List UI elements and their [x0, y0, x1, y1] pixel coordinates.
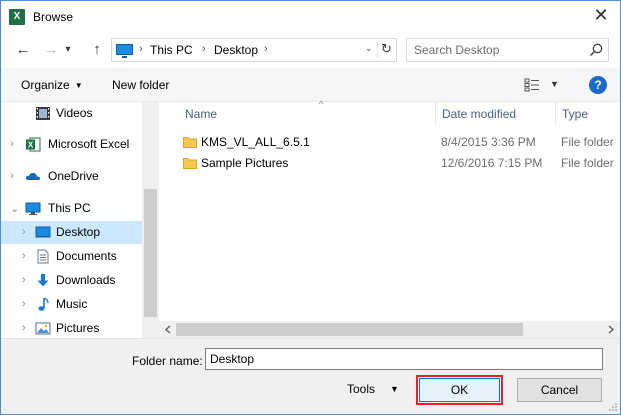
folder-name-label: Folder name:: [132, 354, 203, 368]
downloads-icon: [37, 274, 49, 287]
excel-icon: X: [26, 137, 41, 152]
navigation-bar: ← → ▾ ↑ › This PC › Desktop › ⌄ ↻: [1, 32, 620, 68]
expand-chevron-icon[interactable]: ›: [22, 226, 26, 238]
breadcrumb-this-pc[interactable]: This PC: [150, 43, 193, 57]
cancel-button[interactable]: Cancel: [517, 378, 602, 402]
refresh-icon[interactable]: ↻: [377, 41, 395, 59]
command-toolbar: Organize ▼ New folder ▼ ?: [1, 68, 620, 102]
organize-button[interactable]: Organize ▼: [21, 78, 83, 92]
this-pc-icon: [25, 202, 41, 215]
sidebar-item-label: Music: [56, 297, 88, 311]
column-header-label: Name: [185, 107, 218, 121]
search-icon[interactable]: [588, 42, 604, 58]
organize-label: Organize: [21, 78, 70, 92]
column-header-label: Type: [562, 107, 589, 121]
breadcrumb-separator[interactable]: ›: [264, 43, 268, 55]
folder-icon: [183, 137, 197, 148]
navigation-scrollbar[interactable]: [142, 102, 159, 338]
collapse-chevron-icon[interactable]: ⌄: [10, 202, 19, 215]
sidebar-item-onedrive[interactable]: › OneDrive: [1, 165, 142, 188]
file-row[interactable]: KMS_VL_ALL_6.5.1 8/4/2015 3:36 PM File f…: [177, 132, 617, 153]
expand-chevron-icon[interactable]: ›: [22, 274, 26, 286]
music-icon: [38, 297, 49, 311]
breadcrumb-separator[interactable]: ›: [202, 43, 206, 55]
svg-text:X: X: [28, 141, 34, 150]
search-box[interactable]: [406, 38, 609, 62]
breadcrumb-separator[interactable]: ›: [139, 43, 143, 55]
sort-ascending-icon: ^: [319, 99, 324, 109]
pictures-icon: [35, 322, 51, 335]
navigation-pane: Videos › X Microsoft Excel › OneDrive ⌄: [1, 102, 159, 338]
videos-icon: [36, 107, 50, 120]
close-button[interactable]: ✕: [588, 4, 614, 28]
expand-chevron-icon[interactable]: ›: [22, 322, 26, 334]
forward-button[interactable]: →: [41, 40, 61, 60]
view-options-icon[interactable]: [524, 78, 540, 92]
horizontal-scrollbar[interactable]: [159, 321, 620, 338]
folder-icon: [183, 158, 197, 169]
tools-button[interactable]: Tools: [347, 382, 375, 396]
sidebar-item-pictures[interactable]: › Pictures: [1, 317, 142, 338]
scrollbar-thumb[interactable]: [144, 189, 157, 317]
search-input[interactable]: [408, 40, 583, 60]
sidebar-item-downloads[interactable]: › Downloads: [1, 269, 142, 292]
back-button[interactable]: ←: [13, 40, 33, 60]
resize-grip-icon[interactable]: [608, 402, 618, 412]
breadcrumb-desktop[interactable]: Desktop: [214, 43, 258, 57]
sidebar-item-label: This PC: [48, 201, 91, 215]
sidebar-item-label: Microsoft Excel: [48, 137, 130, 151]
excel-app-icon: X: [9, 9, 25, 25]
tools-dropdown-icon[interactable]: ▼: [390, 384, 399, 394]
sidebar-item-documents[interactable]: › Documents: [1, 245, 142, 268]
sidebar-item-this-pc[interactable]: ⌄ This PC: [1, 197, 142, 220]
column-header-name[interactable]: ^ Name: [179, 99, 436, 125]
column-header-type[interactable]: Type: [556, 102, 620, 125]
up-button[interactable]: ↑: [87, 40, 107, 60]
sidebar-item-label: OneDrive: [48, 169, 99, 183]
file-list: ^ Name Date modified Type KMS_VL_ALL_6.5…: [159, 99, 620, 338]
view-dropdown-icon[interactable]: ▼: [550, 79, 559, 89]
column-header-label: Date modified: [442, 107, 517, 121]
address-dropdown-icon[interactable]: ⌄: [365, 43, 373, 54]
folder-name-field[interactable]: [205, 348, 603, 370]
file-type: File folder: [561, 156, 614, 170]
expand-chevron-icon[interactable]: ›: [22, 298, 26, 310]
help-icon[interactable]: ?: [589, 76, 607, 94]
expand-chevron-icon[interactable]: ›: [10, 170, 14, 182]
file-date-modified: 12/6/2016 7:15 PM: [441, 156, 543, 170]
sidebar-item-label: Documents: [56, 249, 117, 263]
scrollbar-thumb[interactable]: [176, 323, 523, 336]
dialog-footer: Folder name: Tools ▼ OK Cancel: [1, 338, 620, 414]
column-header-date-modified[interactable]: Date modified: [436, 102, 556, 125]
desktop-icon: [35, 226, 51, 238]
chevron-down-icon: ▼: [74, 81, 83, 90]
scroll-left-arrow-icon[interactable]: [164, 325, 171, 334]
address-bar[interactable]: › This PC › Desktop › ⌄ ↻: [111, 38, 397, 62]
onedrive-icon: [25, 172, 40, 180]
scroll-right-arrow-icon[interactable]: [608, 325, 615, 334]
sidebar-item-music[interactable]: › Music: [1, 293, 142, 316]
sidebar-item-label: Downloads: [56, 273, 116, 287]
new-folder-button[interactable]: New folder: [112, 78, 169, 92]
sidebar-item-label: Desktop: [56, 225, 101, 239]
sidebar-item-microsoft-excel[interactable]: › X Microsoft Excel: [1, 133, 142, 156]
title-bar: X Browse ✕: [1, 1, 620, 32]
file-row[interactable]: Sample Pictures 12/6/2016 7:15 PM File f…: [177, 153, 617, 174]
file-type: File folder: [561, 135, 614, 149]
sidebar-item-desktop[interactable]: › Desktop: [1, 221, 142, 244]
file-name: Sample Pictures: [201, 156, 289, 170]
browse-dialog: X Browse ✕ ← → ▾ ↑ › This PC › Desktop ›…: [0, 0, 621, 415]
recent-locations-dropdown[interactable]: ▾: [62, 40, 74, 60]
sidebar-item-label: Videos: [56, 106, 93, 120]
this-pc-icon: [116, 44, 133, 58]
sidebar-item-label: Pictures: [56, 321, 100, 335]
documents-icon: [37, 249, 49, 264]
expand-chevron-icon[interactable]: ›: [10, 138, 14, 150]
window-title: Browse: [33, 10, 74, 24]
sidebar-item-videos[interactable]: Videos: [1, 102, 142, 125]
expand-chevron-icon[interactable]: ›: [22, 250, 26, 262]
file-date-modified: 8/4/2015 3:36 PM: [441, 135, 536, 149]
ok-button-highlight: [416, 375, 503, 405]
file-name: KMS_VL_ALL_6.5.1: [201, 135, 310, 149]
